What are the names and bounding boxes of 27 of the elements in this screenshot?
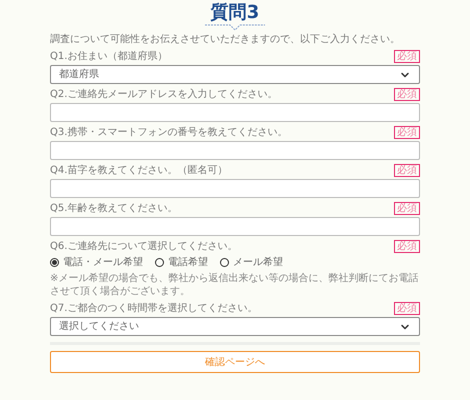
intro-text: 調査について可能性をお伝えさせていただきますので、以下ご入力ください。 — [50, 33, 401, 46]
required-badge: 必須 — [394, 50, 420, 63]
required-badge: 必須 — [394, 202, 420, 215]
required-badge: 必須 — [394, 164, 420, 177]
select-field[interactable]: 都道府県 — [50, 65, 420, 84]
radio-option[interactable]: メール希望 — [220, 255, 283, 270]
page-title: 質問3 — [210, 2, 260, 23]
required-badge: 必須 — [394, 88, 420, 101]
question-label: Q2.ご連絡先メールアドレスを入力してください。 — [50, 88, 278, 101]
note-text: ※メール希望の場合でも、弊社から返信出来ない等の場合に、弊社判断にてお電話させて頂く場合がございます。 — [50, 272, 420, 298]
question-label: Q7.ご都合のつく時間帯を選択してください。 — [50, 302, 258, 315]
required-badge: 必須 — [394, 302, 420, 315]
question-label: Q3.携帯・スマートフォンの番号を教えてください。 — [50, 126, 288, 139]
input-field[interactable] — [50, 141, 420, 160]
input-field[interactable] — [50, 217, 420, 236]
required-badge: 必須 — [394, 240, 420, 253]
input-field[interactable] — [50, 179, 420, 198]
title-underline-drawing — [205, 23, 265, 31]
radio-option[interactable]: 電話・メール希望 — [50, 255, 143, 270]
question-label: Q4.苗字を教えてください。（匿名可） — [50, 164, 228, 177]
radio-option[interactable]: 電話希望 — [155, 255, 208, 270]
question-label: Q1.お住まい（都道府県） — [50, 50, 168, 63]
question-label: Q5.年齢を教えてください。 — [50, 202, 178, 215]
input-field[interactable] — [50, 103, 420, 122]
question-label: Q6.ご連絡先について選択してください。 — [50, 240, 238, 253]
select-field[interactable]: 選択してください — [50, 317, 420, 336]
required-badge: 必須 — [394, 126, 420, 139]
